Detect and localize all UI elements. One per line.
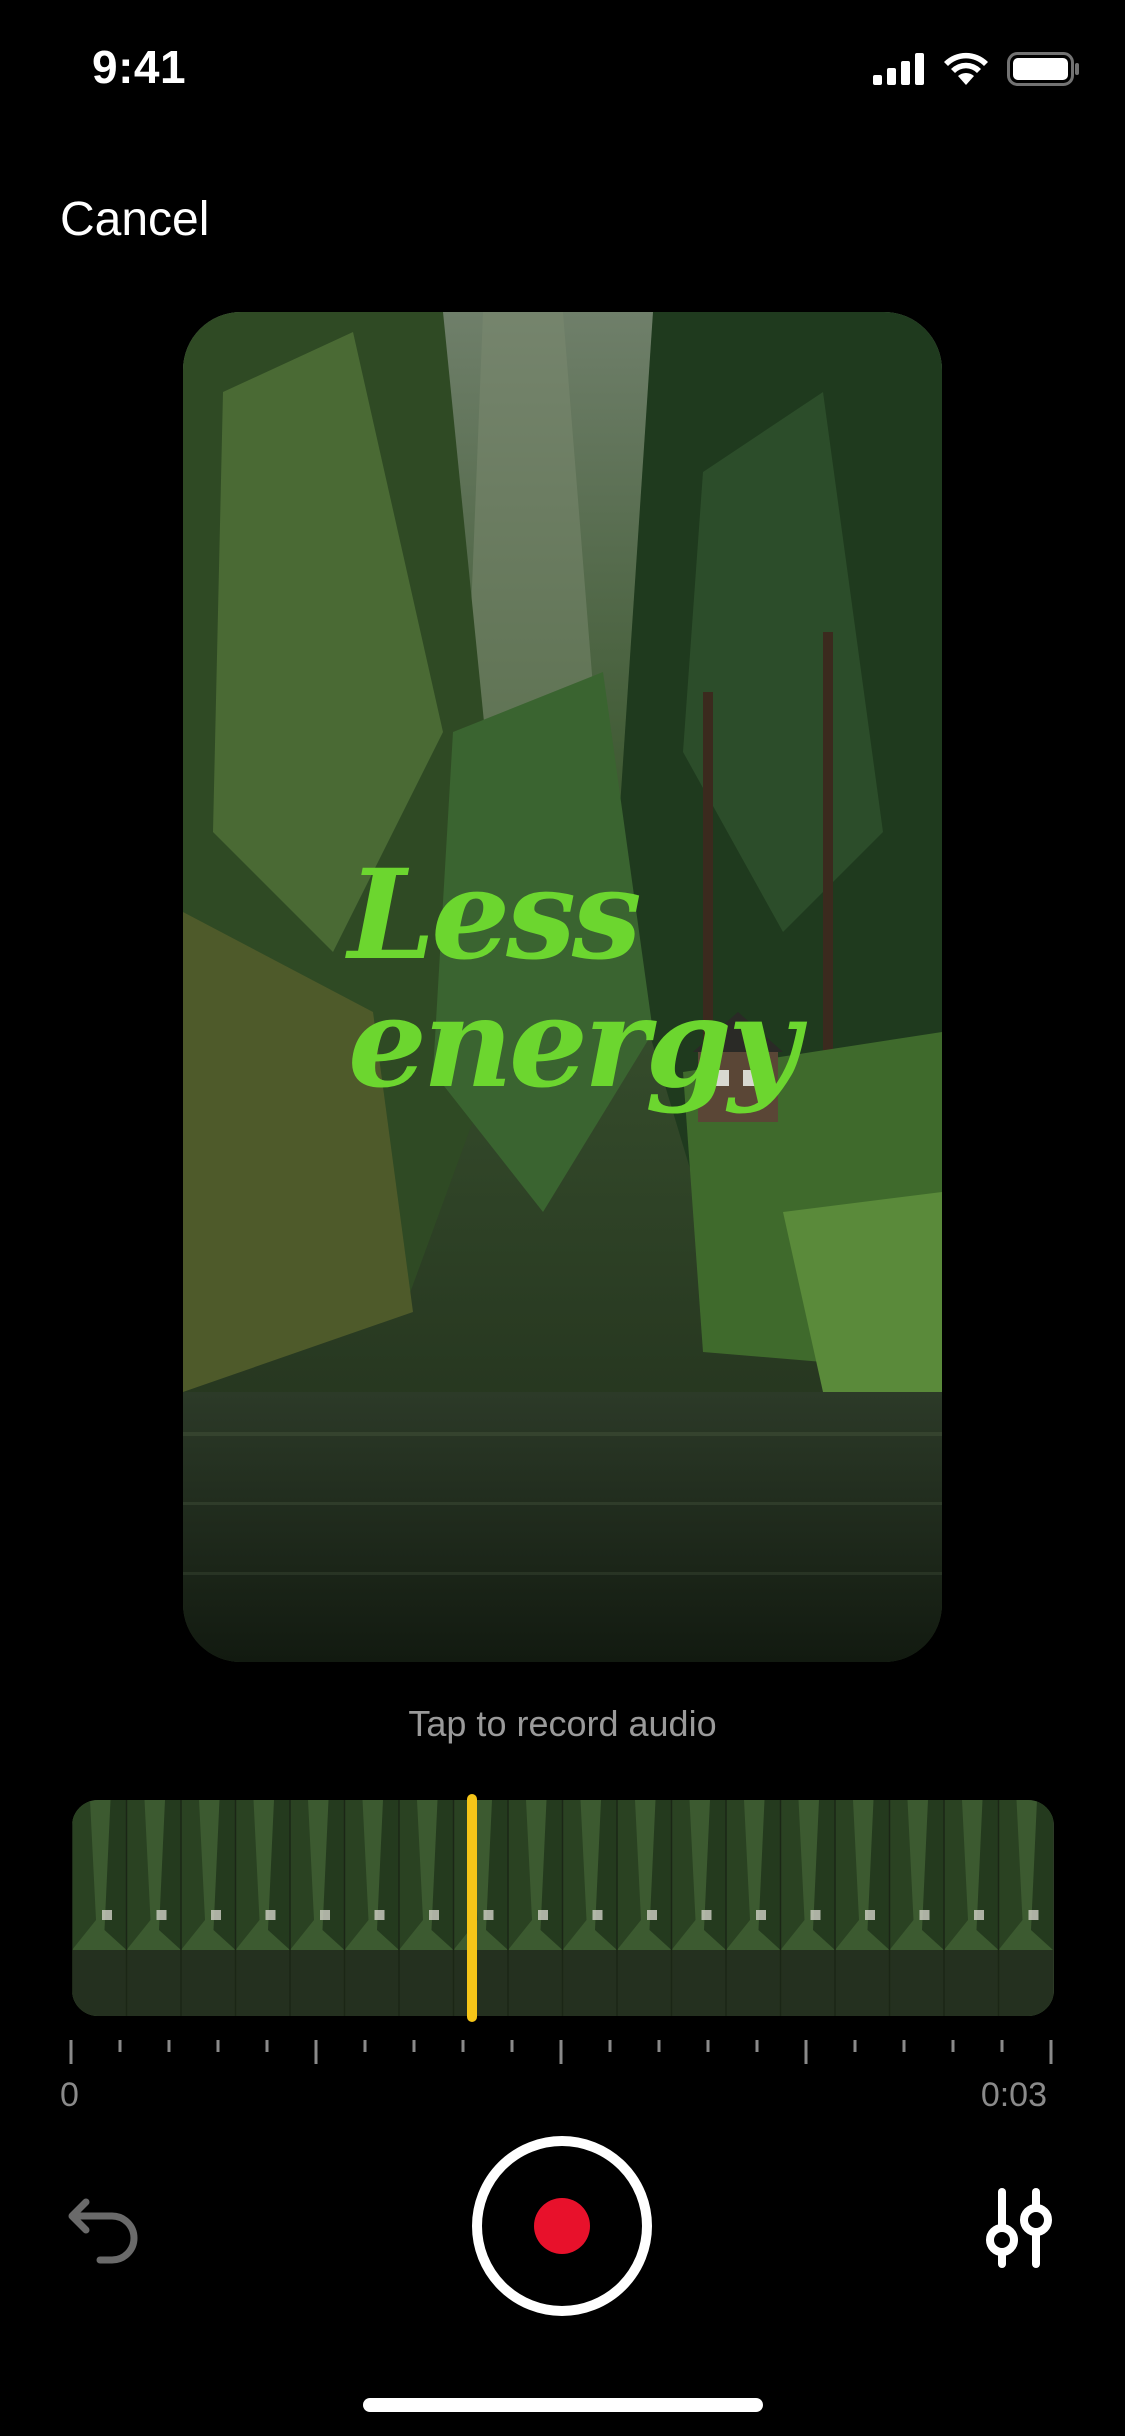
- cancel-button[interactable]: Cancel: [60, 192, 209, 247]
- time-end-label: 0:03: [980, 2076, 1047, 2114]
- video-preview[interactable]: Less energy: [183, 312, 942, 1662]
- time-start-label: 0: [60, 2076, 79, 2114]
- cellular-signal-icon: [873, 53, 924, 85]
- undo-button[interactable]: [64, 2188, 144, 2268]
- timeline-filmstrip[interactable]: [72, 1800, 1054, 2016]
- adjust-button[interactable]: [984, 2186, 1064, 2270]
- sliders-icon: [986, 2188, 1052, 2268]
- overlay-line-2: energy: [348, 971, 800, 1116]
- record-icon: [534, 2198, 590, 2254]
- playhead[interactable]: [467, 1794, 477, 2022]
- battery-icon: [1007, 52, 1079, 86]
- undo-icon: [68, 2198, 138, 2264]
- home-indicator: [363, 2398, 763, 2412]
- wifi-icon: [944, 52, 988, 85]
- timeline-ticks: [69, 2040, 1053, 2064]
- filmstrip-frames: [72, 1800, 1054, 2016]
- status-bar: 9:41: [0, 0, 1125, 140]
- record-hint: Tap to record audio: [408, 1703, 717, 1744]
- overlay-line-1: Less: [348, 843, 642, 988]
- status-time: 9:41: [92, 41, 187, 93]
- status-icons: [873, 52, 1081, 86]
- record-button[interactable]: [472, 2136, 652, 2316]
- overlay-text[interactable]: Less energy: [348, 852, 868, 1108]
